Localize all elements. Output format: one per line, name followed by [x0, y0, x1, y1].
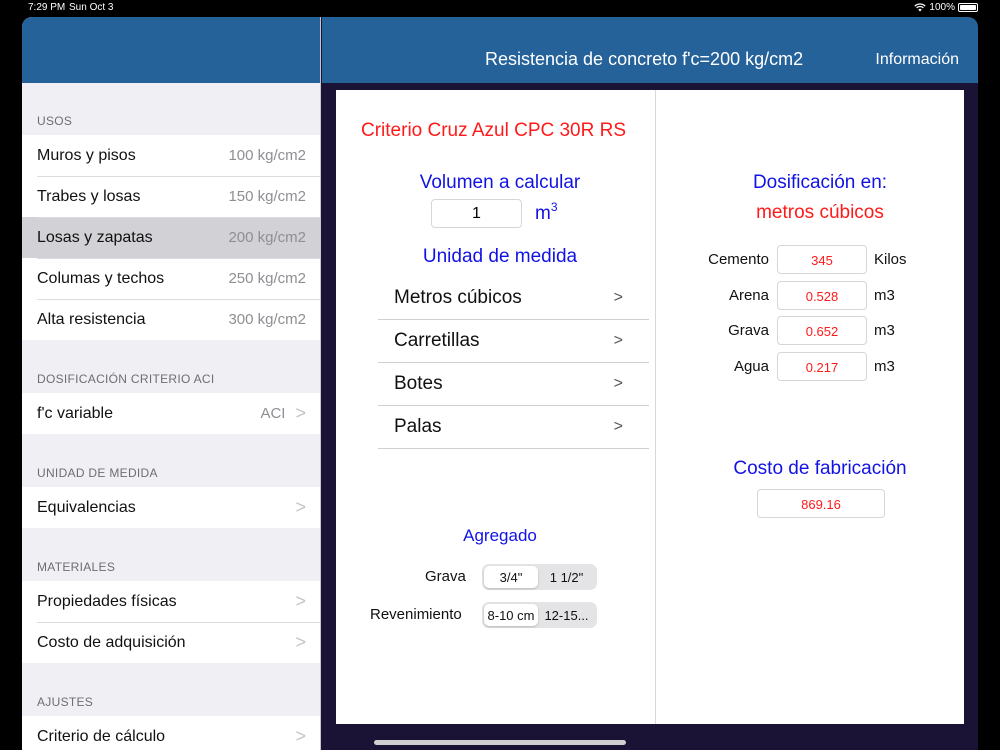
status-date: Sun Oct 3 — [69, 2, 114, 13]
agua-unit: m3 — [874, 358, 895, 375]
row-label: Muros y pisos — [37, 146, 136, 164]
sidebar-item-propiedades[interactable]: Propiedades físicas > — [22, 581, 320, 622]
sidebar-item-criterio[interactable]: Criterio de cálculo > — [22, 716, 320, 750]
sidebar-item-fc-variable[interactable]: f'c variable ACI > — [22, 393, 320, 434]
agua-value: 0.217 — [777, 352, 867, 381]
revenimiento-segmented-control: 8-10 cm 12-15... — [482, 602, 597, 628]
status-right: 100% — [914, 2, 978, 13]
costo-value: 869.16 — [757, 489, 885, 518]
unidad-label: Palas — [394, 416, 442, 437]
row-label: Propiedades físicas — [37, 592, 177, 610]
row-value: 100 kg/cm2 — [228, 147, 306, 164]
grava-label: Grava — [425, 568, 466, 585]
chevron-right-icon: > — [613, 332, 623, 349]
sidebar-item-alta[interactable]: Alta resistencia 300 kg/cm2 — [22, 299, 320, 340]
dosificacion-title: Dosificación en: — [752, 172, 888, 193]
unidad-label: Carretillas — [394, 330, 480, 351]
revenimiento-label: Revenimiento — [370, 606, 462, 623]
row-value: ACI — [260, 405, 286, 422]
unidad-item-palas[interactable]: Palas > — [378, 406, 649, 449]
app-window: USOS Muros y pisos 100 kg/cm2 Trabes y l… — [22, 17, 978, 750]
volumen-unit: m3 — [535, 200, 558, 225]
sidebar-item-costo[interactable]: Costo de adquisición > — [22, 622, 320, 663]
row-value: 300 kg/cm2 — [228, 311, 306, 328]
chevron-right-icon: > — [295, 497, 306, 517]
dosificacion-unit: metros cúbicos — [756, 202, 884, 223]
row-value: 200 kg/cm2 — [228, 229, 306, 246]
chevron-right-icon: > — [295, 403, 306, 423]
section-unidad: UNIDAD DE MEDIDA — [37, 466, 158, 480]
agregado-title: Agregado — [463, 526, 537, 545]
arena-value: 0.528 — [777, 281, 867, 310]
grava-value: 0.652 — [777, 316, 867, 345]
row-value: 150 kg/cm2 — [228, 188, 306, 205]
sidebar-item-equivalencias[interactable]: Equivalencias > — [22, 487, 320, 528]
unit-exponent: 3 — [550, 200, 558, 214]
unidad-list: Metros cúbicos > Carretillas > Botes > P… — [378, 277, 649, 449]
section-materiales: MATERIALES — [37, 560, 116, 574]
cemento-value: 345 — [777, 245, 867, 274]
revenimiento-option-12-15[interactable]: 12-15... — [538, 604, 595, 626]
usos-list: Muros y pisos 100 kg/cm2 Trabes y losas … — [22, 135, 320, 340]
sidebar-item-columas[interactable]: Columas y techos 250 kg/cm2 — [22, 258, 320, 299]
section-usos: USOS — [37, 114, 73, 128]
page-title: Resistencia de concreto f'c=200 kg/cm2 — [485, 49, 804, 69]
cemento-label: Cemento — [708, 251, 769, 268]
volumen-title: Volumen a calcular — [419, 172, 581, 193]
sidebar-item-muros[interactable]: Muros y pisos 100 kg/cm2 — [22, 135, 320, 176]
sidebar-item-losas-selected[interactable]: Losas y zapatas 200 kg/cm2 — [22, 217, 320, 258]
grava-option-3-4[interactable]: 3/4" — [484, 566, 538, 588]
main-content: Criterio Cruz Azul CPC 30R RS Volumen a … — [336, 90, 964, 724]
sidebar: USOS Muros y pisos 100 kg/cm2 Trabes y l… — [22, 17, 321, 750]
chevron-right-icon: > — [613, 289, 623, 306]
row-label: Criterio de cálculo — [37, 727, 166, 745]
row-label: Trabes y losas — [37, 187, 141, 205]
unidad-label: Metros cúbicos — [394, 287, 522, 308]
costo-title: Costo de fabricación — [733, 458, 907, 479]
arena-unit: m3 — [874, 287, 895, 304]
sidebar-item-trabes[interactable]: Trabes y losas 150 kg/cm2 — [22, 176, 320, 217]
row-label: f'c variable — [37, 404, 113, 422]
status-bar: 7:29 PM Sun Oct 3 100% — [0, 0, 1000, 16]
criterio-label: Criterio Cruz Azul CPC 30R RS — [361, 120, 627, 141]
agua-label: Agua — [733, 358, 769, 375]
row-label: Equivalencias — [37, 498, 136, 516]
grava-unit: m3 — [874, 322, 895, 339]
navbar: Resistencia de concreto f'c=200 kg/cm2 I… — [322, 17, 978, 83]
unidad-item-metros[interactable]: Metros cúbicos > — [378, 277, 649, 320]
grava-mat-label: Grava — [728, 322, 769, 339]
section-ajustes: AJUSTES — [37, 695, 94, 709]
chevron-right-icon: > — [295, 632, 306, 652]
chevron-right-icon: > — [295, 591, 306, 611]
battery-percent: 100% — [929, 2, 955, 13]
info-button[interactable]: Información — [875, 51, 959, 69]
chevron-right-icon: > — [613, 418, 623, 435]
unidad-item-botes[interactable]: Botes > — [378, 363, 649, 406]
arena-label: Arena — [728, 287, 769, 304]
grava-segmented-control: 3/4" 1 1/2" — [482, 564, 597, 590]
device-screen: 7:29 PM Sun Oct 3 100% USOS Muros y piso… — [0, 0, 1000, 750]
chevron-right-icon: > — [613, 375, 623, 392]
row-value: 250 kg/cm2 — [228, 270, 306, 287]
row-label: Costo de adquisición — [37, 633, 186, 651]
volumen-input[interactable]: 1 — [431, 199, 522, 228]
home-indicator[interactable] — [374, 740, 626, 745]
battery-icon — [958, 3, 978, 12]
unit-base: m — [535, 203, 551, 224]
row-label: Losas y zapatas — [37, 228, 153, 246]
sidebar-header — [22, 17, 320, 83]
unidad-title: Unidad de medida — [422, 246, 578, 267]
row-label: Columas y techos — [37, 269, 165, 287]
section-aci: DOSIFICACIÓN CRITERIO ACI — [37, 372, 215, 386]
unidad-item-carretillas[interactable]: Carretillas > — [378, 320, 649, 363]
cemento-unit: Kilos — [874, 251, 907, 268]
grava-option-1-1-2[interactable]: 1 1/2" — [538, 566, 595, 588]
status-time: 7:29 PM — [28, 2, 66, 13]
wifi-icon — [914, 3, 927, 12]
chevron-right-icon: > — [295, 726, 306, 746]
row-label: Alta resistencia — [37, 310, 146, 328]
unidad-label: Botes — [394, 373, 443, 394]
revenimiento-option-8-10[interactable]: 8-10 cm — [484, 604, 538, 626]
